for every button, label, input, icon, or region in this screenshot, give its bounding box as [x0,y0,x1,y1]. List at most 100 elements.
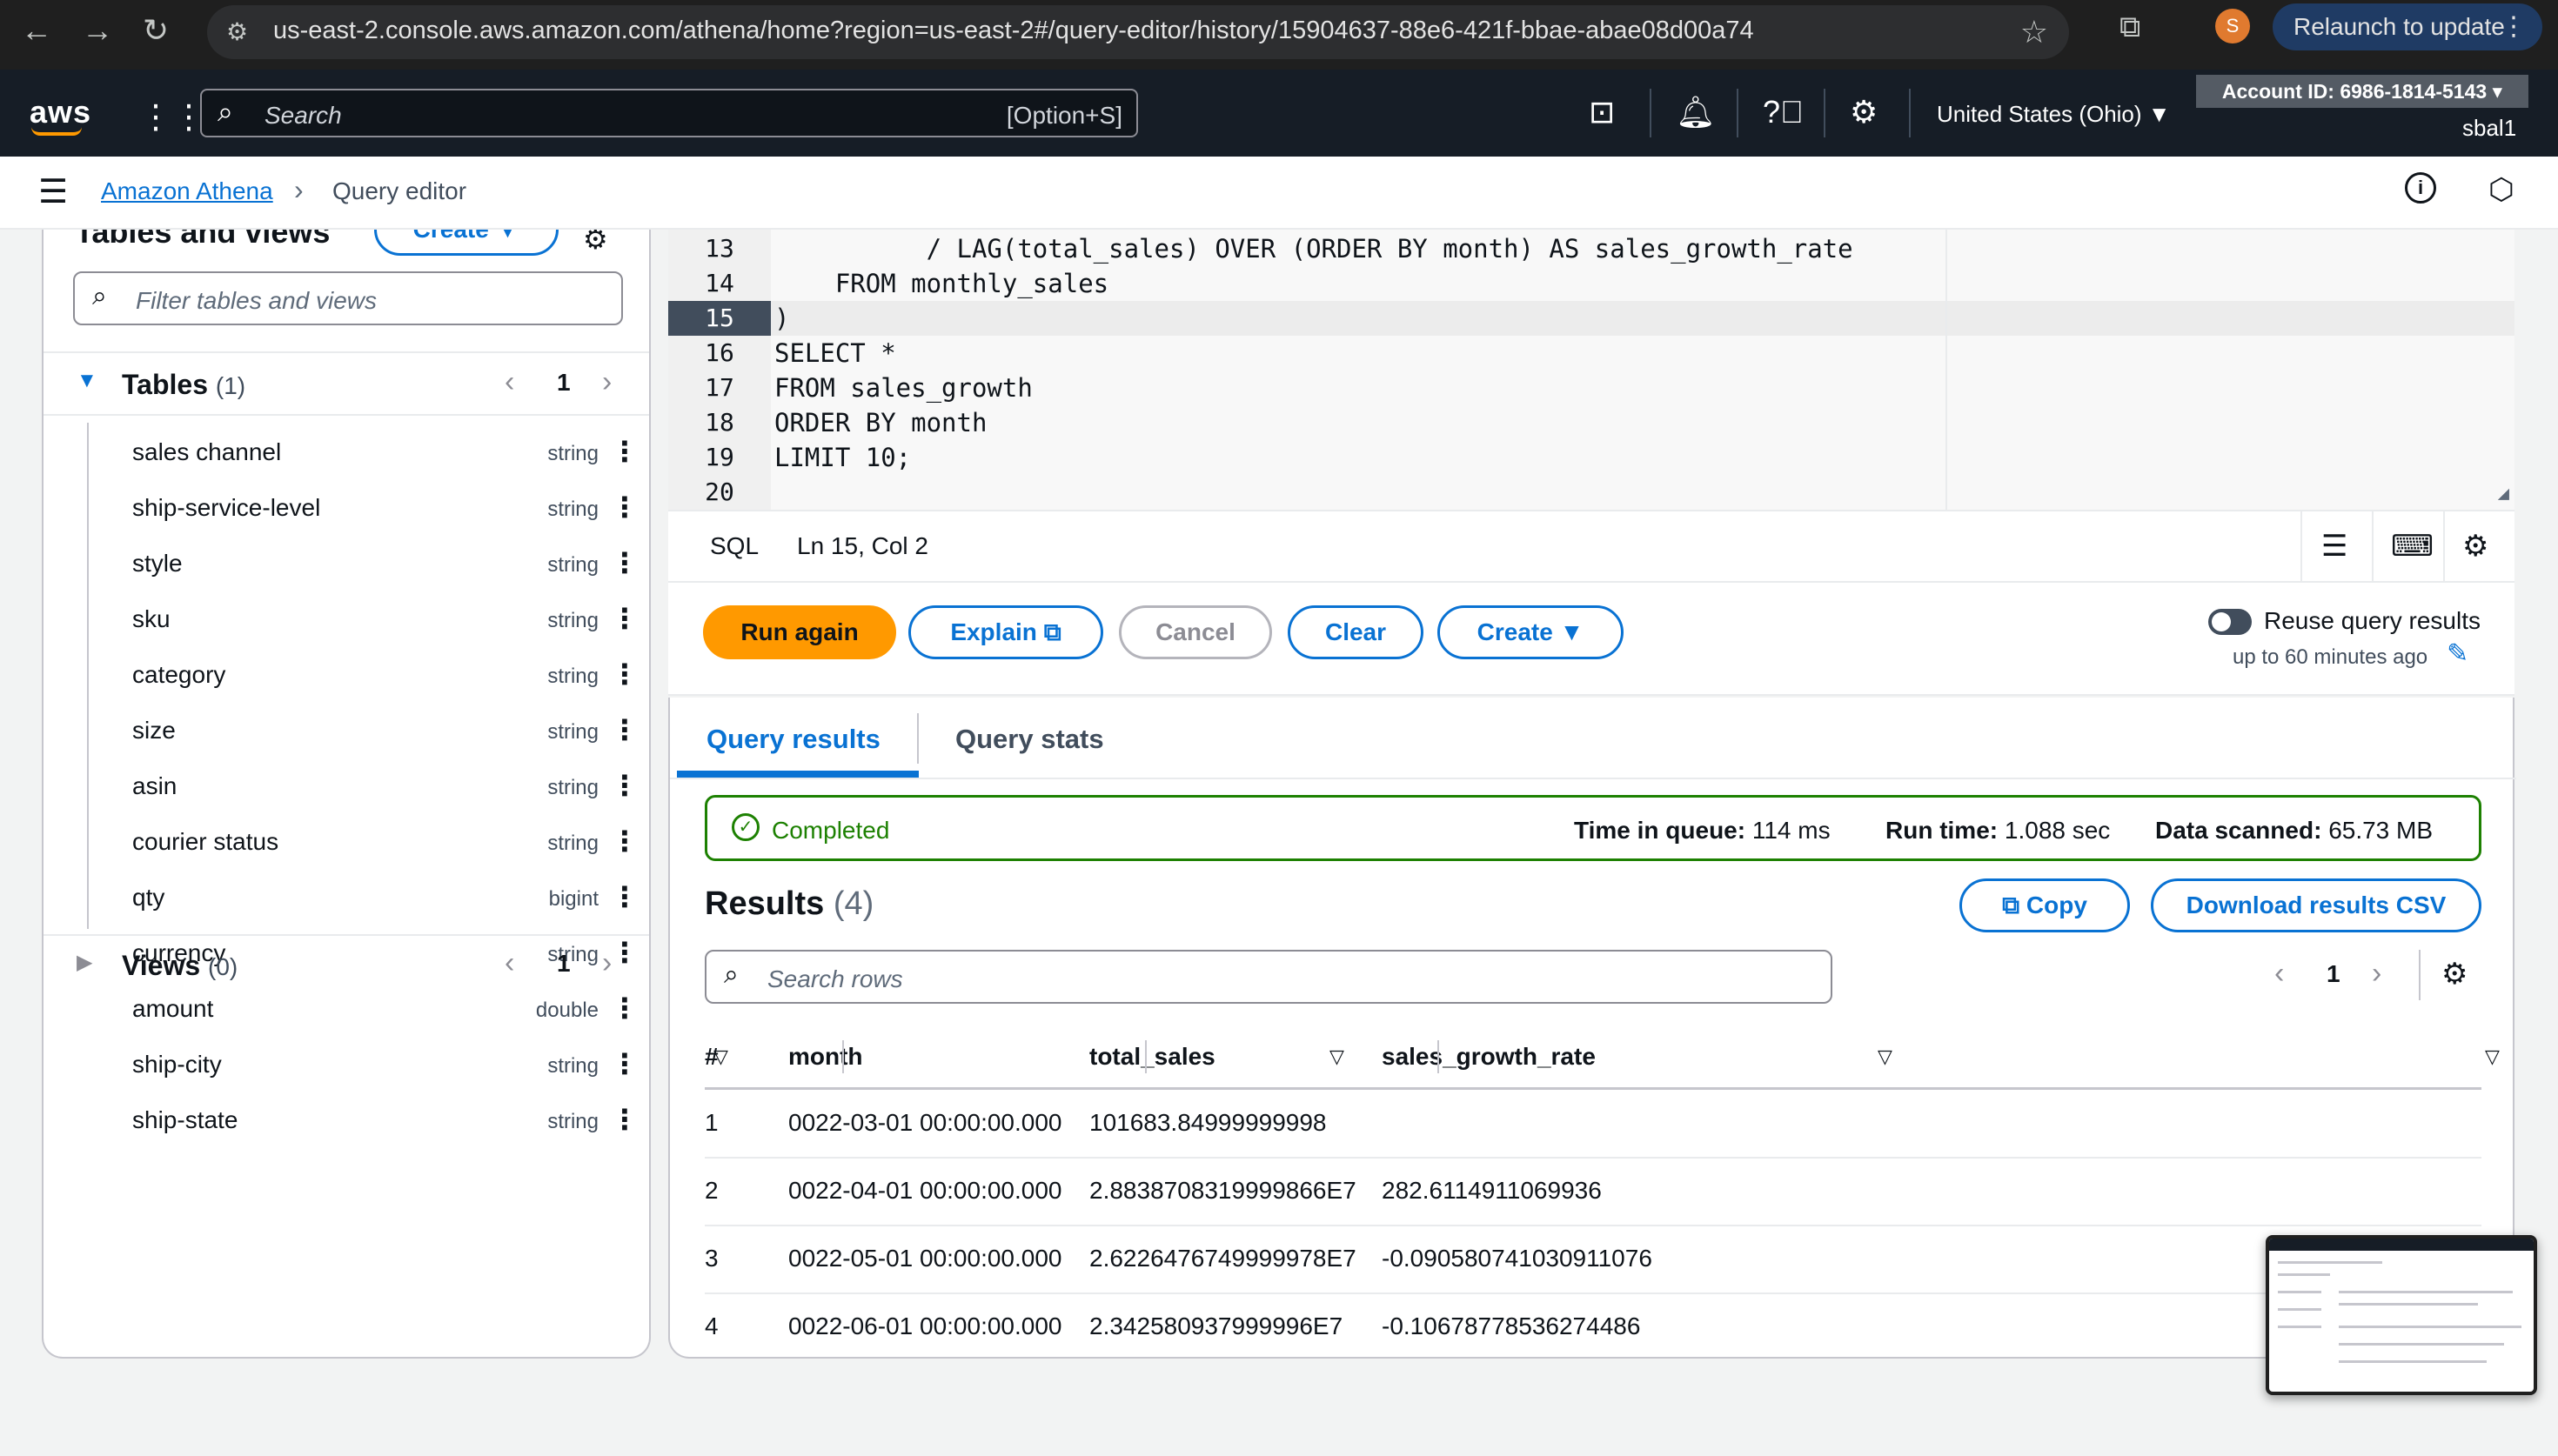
feedback-hex-icon[interactable]: ⬡ [2488,172,2514,207]
column-item[interactable]: ship-state string ⋮ [89,1091,639,1146]
table-preferences-icon[interactable]: ⚙ [2441,957,2468,992]
resize-handle-icon[interactable]: ◢ [2498,483,2509,504]
info-icon[interactable]: i [2405,172,2436,204]
line-number: 19 [705,443,734,471]
more-vert-icon[interactable]: ⋮ [611,992,639,1025]
more-vert-icon[interactable]: ⋮ [611,435,639,468]
column-header[interactable]: sales_growth_rate [1382,1026,1596,1087]
editor-settings-icon[interactable]: ⚙ [2462,529,2488,564]
aws-logo-text: aws [30,94,92,130]
views-section-header[interactable]: ▶ Views (0) ‹ 1 › [44,938,649,990]
breadcrumb-amazon-athena[interactable]: Amazon Athena [101,177,273,205]
explain-button[interactable]: Explain ⧉ [908,605,1103,659]
keyboard-shortcuts-icon[interactable]: ⌨ [2391,529,2434,564]
aws-search-input[interactable]: ⌕ Search [Option+S] [200,89,1138,137]
notifications-bell-icon[interactable]: 🔔︎ [1676,94,1716,130]
edit-pencil-icon[interactable]: ✎ [2447,638,2468,669]
column-item[interactable]: ship-city string ⋮ [89,1035,639,1091]
column-header[interactable]: month [788,1026,863,1087]
reuse-results-toggle[interactable] [2208,609,2252,635]
column-name: sales channel [132,438,282,465]
clear-button[interactable]: Clear [1288,605,1423,659]
sql-editor[interactable]: 13 14 15 16 17 18 19 20 / LAG(total_sales) OVER… [668,230,2514,511]
help-icon[interactable]: ?⃝ [1763,94,1804,130]
line-number: 14 [705,269,734,297]
region-selector[interactable]: United States (Ohio) ▼ [1937,101,2171,128]
sort-icon[interactable]: ▽ [713,1026,728,1087]
create-label: Create [413,230,489,243]
search-rows-input[interactable]: ⌕ Search rows [705,950,1832,1004]
column-item[interactable]: size string ⋮ [89,701,639,757]
tab-query-stats[interactable]: Query stats [955,724,1104,755]
relaunch-button[interactable]: Relaunch to update ⋮ [2273,3,2542,50]
column-header[interactable]: total_sales [1089,1026,1215,1087]
more-vert-icon[interactable]: ⋮ [611,546,639,579]
sort-icon[interactable]: ▽ [2485,1026,2500,1087]
more-vert-icon[interactable]: ⋮ [611,880,639,913]
more-vert-icon[interactable]: ⋮ [611,825,639,858]
prev-page-icon[interactable]: ‹ [2274,957,2284,991]
filter-tables-input[interactable]: ⌕ Filter tables and views [73,271,623,325]
column-item[interactable]: sku string ⋮ [89,590,639,645]
caret-right-icon[interactable]: ▶ [77,950,92,975]
site-settings-icon[interactable]: ⚙ [226,17,248,46]
cancel-button[interactable]: Cancel [1119,605,1272,659]
forward-icon[interactable]: → [82,12,113,49]
column-item[interactable]: sales channel string ⋮ [89,423,639,478]
create-label: Create [1477,618,1553,645]
next-page-icon[interactable]: › [602,365,612,399]
screenshot-thumbnail[interactable] [2266,1235,2537,1395]
next-page-icon[interactable]: › [602,946,612,980]
code-line: FROM sales_growth [774,373,1033,403]
run-again-button[interactable]: Run again [703,605,896,659]
prev-page-icon[interactable]: ‹ [505,365,514,399]
more-vert-icon[interactable]: ⋮ [611,769,639,802]
column-item[interactable]: style string ⋮ [89,534,639,590]
account-id-badge[interactable]: Account ID: 6986-1814-5143 ▾ [2196,75,2528,108]
tables-section-header[interactable]: ▼ Tables (1) ‹ 1 › [44,357,649,409]
create-table-button[interactable]: Create ▼ [374,230,559,256]
sort-icon[interactable]: ▽ [1878,1026,1892,1087]
more-vert-icon[interactable]: ⋮ [611,602,639,635]
code-line: / LAG(total_sales) OVER (ORDER BY month)… [774,234,1853,264]
menu-hamburger-icon[interactable]: ☰ [38,172,68,211]
bookmark-star-icon[interactable]: ☆ [2020,14,2048,50]
copy-button[interactable]: ⧉ Copy [1959,878,2130,932]
column-item[interactable]: asin string ⋮ [89,757,639,812]
aws-logo[interactable]: aws [30,94,92,136]
more-vert-icon[interactable]: ⋮ [611,1047,639,1080]
column-item[interactable]: ship-service-level string ⋮ [89,478,639,534]
column-item[interactable]: qty bigint ⋮ [89,868,639,924]
more-vert-icon[interactable]: ⋮ [611,1103,639,1136]
more-vert-icon[interactable]: ⋮ [611,658,639,691]
search-tab-icon[interactable]: ⧉ [2119,10,2140,44]
column-item[interactable]: courier status string ⋮ [89,812,639,868]
caret-down-icon[interactable]: ▼ [77,369,97,393]
user-name[interactable]: sbal1 [2462,115,2516,142]
download-csv-button[interactable]: Download results CSV [2151,878,2481,932]
profile-avatar[interactable]: S [2215,9,2250,43]
more-vert-icon[interactable]: ⋮ [611,713,639,746]
search-icon: ⌕ [92,282,107,311]
breadcrumb-bar: ☰ Amazon Athena › Query editor i ⬡ [0,157,2558,230]
more-vert-icon: ⋮ [2501,12,2527,41]
cloudshell-icon[interactable]: ⊡ [1589,94,1615,130]
column-type: string [547,498,599,521]
more-vert-icon[interactable]: ⋮ [611,491,639,524]
status-completed-banner: ✓ Completed Time in queue: 114 ms Run ti… [705,795,2481,861]
prev-page-icon[interactable]: ‹ [505,946,514,980]
panel-settings-icon[interactable]: ⚙ [583,230,608,256]
column-item[interactable]: category string ⋮ [89,645,639,701]
sort-icon[interactable]: ▽ [1329,1026,1344,1087]
back-icon[interactable]: ← [21,12,52,49]
table-cell: 282.6114911069936 [1382,1177,1602,1204]
reload-icon[interactable]: ↻ [143,12,169,49]
create-button[interactable]: Create ▼ [1437,605,1624,659]
next-page-icon[interactable]: › [2372,957,2381,991]
address-bar[interactable]: ⚙ us-east-2.console.aws.amazon.com/athen… [207,5,2069,59]
tab-query-results[interactable]: Query results [706,724,881,755]
settings-gear-icon[interactable]: ⚙ [1850,94,1878,130]
panel-title: Tables and views [75,230,331,250]
format-query-icon[interactable]: ☰ [2321,529,2347,564]
code-line: LIMIT 10; [774,443,912,472]
